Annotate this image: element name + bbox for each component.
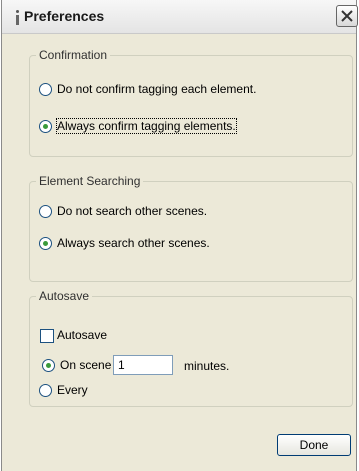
radio-button[interactable]: [39, 120, 52, 133]
confirmation-group: Confirmation Do not confirm tagging each…: [29, 48, 353, 157]
close-button[interactable]: [336, 5, 358, 27]
close-icon: [341, 10, 353, 22]
radio-label: Do not confirm tagging each element.: [57, 82, 257, 96]
title-bar[interactable]: Preferences: [2, 0, 358, 34]
radio-label: Always search other scenes.: [57, 236, 210, 250]
radio-button[interactable]: [39, 237, 52, 250]
radio-button[interactable]: [39, 205, 52, 218]
radio-button[interactable]: [39, 384, 52, 397]
autosave-checkbox[interactable]: [40, 329, 54, 343]
radio-label: Every: [57, 383, 88, 397]
radio-button[interactable]: [42, 359, 55, 372]
autosave-group: Autosave Autosave On scene change. Every: [29, 289, 353, 407]
autosave-legend: Autosave: [36, 289, 93, 303]
checkbox-label: Autosave: [57, 328, 108, 342]
radio-button[interactable]: [39, 83, 52, 96]
element-searching-legend: Element Searching: [36, 174, 144, 188]
info-icon: [15, 10, 20, 25]
minutes-label: minutes.: [184, 359, 230, 373]
minutes-input[interactable]: [113, 355, 173, 375]
preferences-dialog: Preferences Confirmation Do not confirm …: [1, 0, 358, 471]
done-button[interactable]: Done: [277, 434, 351, 456]
confirmation-legend: Confirmation: [36, 48, 111, 62]
window-title: Preferences: [24, 8, 105, 24]
radio-label: Always confirm tagging elements.: [56, 118, 237, 134]
element-searching-group: Element Searching Do not search other sc…: [29, 174, 353, 282]
radio-label: Do not search other scenes.: [57, 204, 208, 218]
